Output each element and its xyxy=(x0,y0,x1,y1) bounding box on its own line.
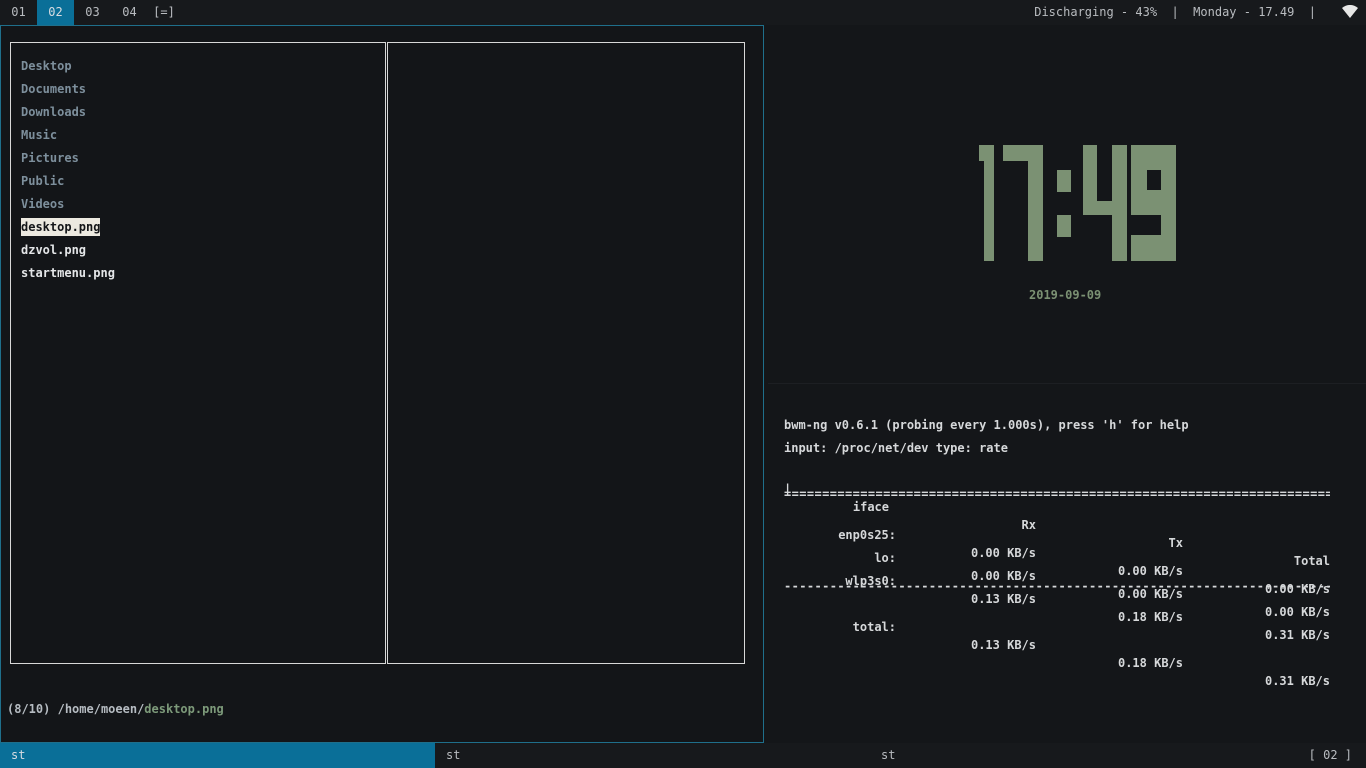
clock-segment xyxy=(1028,145,1043,261)
clock-colon-dot xyxy=(1057,215,1071,237)
file-list-pane[interactable]: Desktop Documents Downloads Music Pictur… xyxy=(10,42,386,664)
task-st-1[interactable]: st xyxy=(0,743,435,768)
list-item-startmenu-png[interactable]: startmenu.png xyxy=(21,264,115,282)
total-tx: 0.18 KB/s xyxy=(1117,656,1183,670)
bwm-separator-single: ----------------------------------------… xyxy=(784,579,1330,593)
wifi-icon[interactable] xyxy=(1342,5,1358,19)
status-text: Discharging - 43% | Monday - 17.49 | xyxy=(1034,5,1316,19)
file-status-line: (8/10) /home/moeen/desktop.png xyxy=(7,702,224,716)
tag-01[interactable]: 01 xyxy=(0,0,37,25)
clock-date: 2019-09-09 xyxy=(1029,288,1102,302)
file-directory: /home/moeen/ xyxy=(57,702,145,716)
tag-04[interactable]: 04 xyxy=(111,0,148,25)
total-label: total: xyxy=(852,620,896,634)
task-label: st xyxy=(881,748,896,762)
top-bar: 01 02 03 04 [=] Discharging - 43% | Mond… xyxy=(0,0,1366,25)
bwm-column-headers: | iface Rx Tx Total xyxy=(784,462,1330,568)
clock-colon-dot xyxy=(1057,170,1071,192)
clock-segment xyxy=(984,145,994,261)
total-total: 0.31 KB/s xyxy=(1264,674,1330,688)
clock-segment xyxy=(1131,235,1176,261)
list-item-desktop-png-selected[interactable]: desktop.png xyxy=(21,218,101,236)
workspace-indicator: [ 02 ] xyxy=(1308,748,1352,762)
layout-symbol[interactable]: [=] xyxy=(150,0,178,25)
file-name: desktop.png xyxy=(144,702,224,716)
bwm-total-row: total: 0.13 KB/s 0.18 KB/s 0.31 KB/s xyxy=(784,600,1330,688)
row-total: 0.31 KB/s xyxy=(1264,628,1330,642)
list-item-downloads[interactable]: Downloads xyxy=(21,103,86,121)
bottom-bar: st st st [ 02 ] xyxy=(0,743,1366,768)
file-position: (8/10) xyxy=(7,702,51,716)
bwm-separator-double: ========================================… xyxy=(784,487,1330,501)
bwm-row: enp0s25: 0.00 KB/s 0.00 KB/s 0.00 KB/s xyxy=(784,508,1330,596)
list-item-pictures[interactable]: Pictures xyxy=(21,149,79,167)
task-label: st xyxy=(446,748,461,762)
task-st-2[interactable]: st xyxy=(435,743,870,768)
tag-03[interactable]: 03 xyxy=(74,0,111,25)
list-item-dzvol-png[interactable]: dzvol.png xyxy=(21,241,86,259)
task-label: st xyxy=(11,748,26,762)
task-st-3[interactable]: st xyxy=(870,743,1170,768)
list-item-desktop-dir[interactable]: Desktop xyxy=(21,57,72,75)
total-rx: 0.13 KB/s xyxy=(970,638,1036,652)
preview-pane xyxy=(387,42,745,664)
bwm-row: wlp3s0: 0.13 KB/s 0.18 KB/s 0.31 KB/s xyxy=(784,554,1330,642)
list-item-public[interactable]: Public xyxy=(21,172,64,190)
bwm-row: lo: 0.00 KB/s 0.00 KB/s 0.00 KB/s xyxy=(784,531,1330,619)
bwm-header: bwm-ng v0.6.1 (probing every 1.000s), pr… xyxy=(784,418,1189,432)
clock-segment xyxy=(1112,145,1127,261)
list-item-music[interactable]: Music xyxy=(21,126,57,144)
list-item-documents[interactable]: Documents xyxy=(21,80,86,98)
bwm-input-line: input: /proc/net/dev type: rate xyxy=(784,441,1008,455)
file-manager-window[interactable]: Desktop Documents Downloads Music Pictur… xyxy=(0,25,764,743)
list-item-videos[interactable]: Videos xyxy=(21,195,64,213)
tag-02[interactable]: 02 xyxy=(37,0,74,25)
window-divider xyxy=(768,383,1366,384)
